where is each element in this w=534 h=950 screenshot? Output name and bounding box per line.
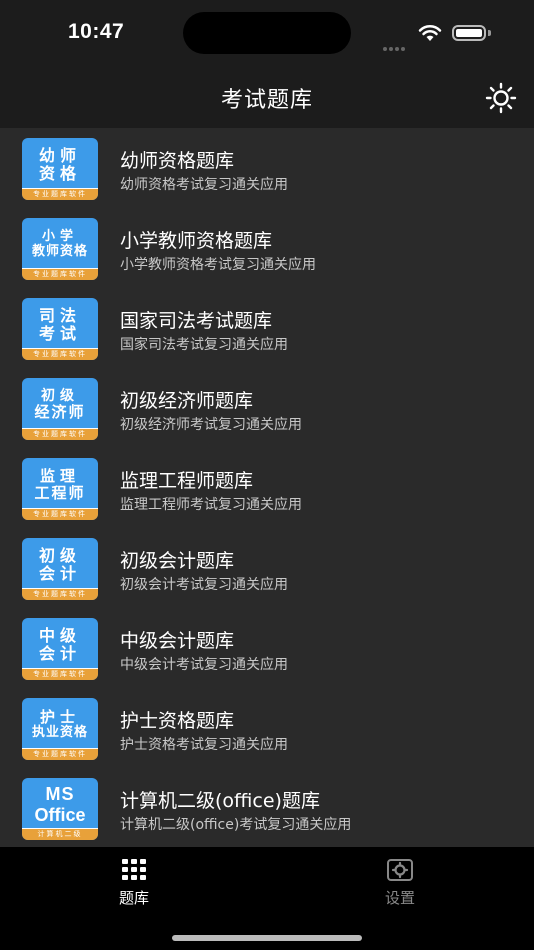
list-item[interactable]: 小学 教师资格 专业题库软件 小学教师资格题库 小学教师资格考试复习通关应用 [0,208,534,288]
theme-toggle-sun-icon[interactable] [485,82,517,114]
item-subtitle: 中级会计考试复习通关应用 [120,657,288,673]
ms-office-icon: MS Office 计算机二级 [22,778,98,840]
item-subtitle: 小学教师资格考试复习通关应用 [120,257,316,273]
item-title: 国家司法考试题库 [120,310,273,332]
junior-economist-icon: 初级 经济师 专业题库软件 [22,378,98,440]
battery-icon [452,25,486,41]
junior-accounting-icon: 初级 会计 专业题库软件 [22,538,98,600]
list-item[interactable]: MS Office 计算机二级 计算机二级(office)题库 计算机二级(off… [0,768,534,847]
dynamic-island [183,12,351,54]
list-item[interactable]: 司法 考试 专业题库软件 国家司法考试题库 国家司法考试复习通关应用 [0,288,534,368]
status-time: 10:47 [68,20,125,43]
wifi-icon [418,25,442,41]
item-subtitle: 计算机二级(office)考试复习通关应用 [120,817,352,833]
item-title: 护士资格题库 [120,710,235,732]
nav-bar: 考试题库 [0,66,534,128]
item-title: 小学教师资格题库 [120,230,273,252]
list-item[interactable]: 护士 执业资格 专业题库软件 护士资格题库 护士资格考试复习通关应用 [0,688,534,768]
item-title: 初级经济师题库 [120,390,254,412]
item-title: 幼师资格题库 [120,150,235,172]
grid-icon [122,859,146,880]
primary-teacher-icon: 小学 教师资格 专业题库软件 [22,218,98,280]
item-subtitle: 监理工程师考试复习通关应用 [120,497,302,513]
list-item[interactable]: 初级 经济师 专业题库软件 初级经济师题库 初级经济师考试复习通关应用 [0,368,534,448]
kindergarten-teacher-icon: 幼师 资格 专业题库软件 [22,138,98,200]
supervision-engineer-icon: 监理 工程师 专业题库软件 [22,458,98,520]
item-subtitle: 国家司法考试复习通关应用 [120,337,288,353]
status-bar: 10:47 [0,0,534,66]
list-item[interactable]: 监理 工程师 专业题库软件 监理工程师题库 监理工程师考试复习通关应用 [0,448,534,528]
judicial-exam-icon: 司法 考试 专业题库软件 [22,298,98,360]
list-item[interactable]: 中级 会计 专业题库软件 中级会计题库 中级会计考试复习通关应用 [0,608,534,688]
home-indicator[interactable] [172,935,362,941]
item-subtitle: 初级经济师考试复习通关应用 [120,417,302,433]
page-title: 考试题库 [220,88,313,113]
item-title: 监理工程师题库 [120,470,254,492]
tab-label: 题库 [118,889,149,907]
item-subtitle: 幼师资格考试复习通关应用 [120,177,288,193]
tab-label: 设置 [384,889,415,907]
signal-dots-icon [383,36,407,55]
item-title: 中级会计题库 [120,630,235,652]
item-title: 初级会计题库 [120,550,235,572]
item-title: 计算机二级(office)题库 [120,790,320,812]
tab-question-bank[interactable]: 题库 [74,859,194,908]
list-item[interactable]: 初级 会计 专业题库软件 初级会计题库 初级会计考试复习通关应用 [0,528,534,608]
exam-list: 幼师 资格 专业题库软件 幼师资格题库 幼师资格考试复习通关应用 小学 教师资格 专… [0,128,534,847]
item-subtitle: 护士资格考试复习通关应用 [120,737,288,753]
nurse-qualification-icon: 护士 执业资格 专业题库软件 [22,698,98,760]
item-subtitle: 初级会计考试复习通关应用 [120,577,288,593]
intermediate-accounting-icon: 中级 会计 专业题库软件 [22,618,98,680]
list-item[interactable]: 幼师 资格 专业题库软件 幼师资格题库 幼师资格考试复习通关应用 [0,128,534,208]
tab-settings[interactable]: 设置 [340,859,460,908]
settings-icon [387,859,413,881]
